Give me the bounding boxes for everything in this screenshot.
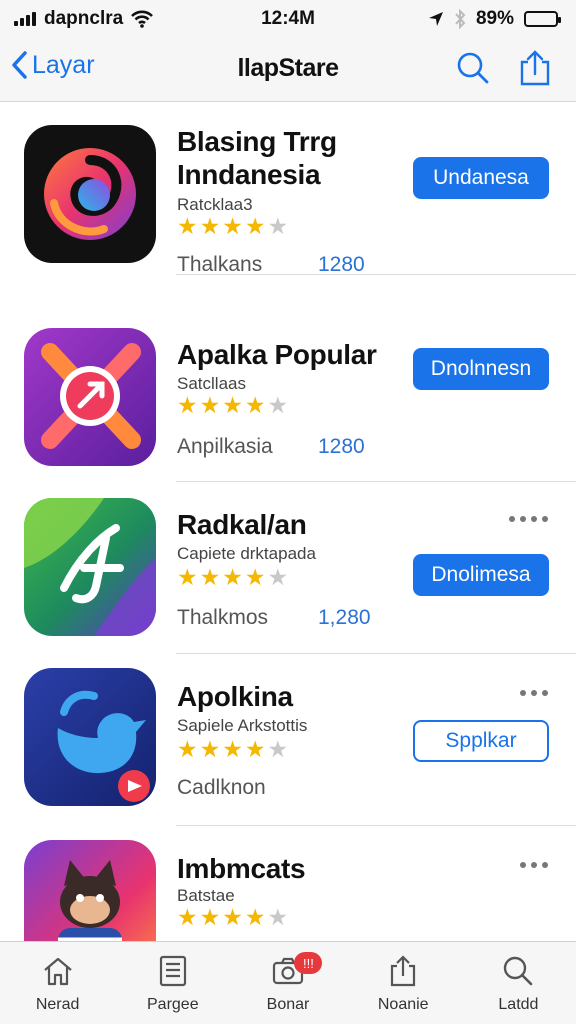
more-options-icon[interactable] <box>520 862 548 868</box>
star-empty-icon: ★ <box>267 904 289 930</box>
star-filled-icon: ★ <box>244 736 266 762</box>
star-filled-icon: ★ <box>222 736 243 762</box>
app-row[interactable]: Blasing Trrg Inndanesia Ratcklaa3 ★ ★ ★ ★ ★ … <box>0 103 576 276</box>
tab-home[interactable]: Nerad <box>0 942 115 1024</box>
star-filled-icon: ★ <box>222 564 243 590</box>
app-row[interactable]: Radkal/an Capiete drktapada ★ ★ ★ ★ ★ Thalkm… <box>0 482 576 654</box>
tab-search[interactable]: Latdd <box>461 942 576 1024</box>
tab-bar: Nerad Pargee !!! Bonar Noanie Latdd <box>0 941 576 1024</box>
app-subtitle: Satcllaas <box>177 374 246 393</box>
compass-arrow-app-icon <box>24 328 156 466</box>
battery-percent: 89% <box>475 8 514 29</box>
star-filled-icon: ★ <box>177 736 198 762</box>
app-name: Radkal/an <box>177 509 307 540</box>
star-empty-icon: ★ <box>267 736 289 762</box>
app-row[interactable]: Apolkina Sapiele Arkstottis ★ ★ ★ ★ ★ Cadlkn… <box>0 654 576 826</box>
star-filled-icon: ★ <box>222 392 243 418</box>
share-icon[interactable] <box>518 50 552 86</box>
app-row[interactable]: Imbmcats Batstae ★ ★ ★ ★ ★ <box>0 826 576 941</box>
tab-list[interactable]: Pargee <box>115 942 230 1024</box>
app-subtitle: Ratcklaa3 <box>177 195 253 214</box>
tab-label: Bonar <box>266 996 310 1013</box>
navigation-bar: Layar llapStare <box>0 36 576 102</box>
bluetooth-icon <box>455 9 466 29</box>
app-subtitle: Batstae <box>177 886 235 905</box>
app-list: Blasing Trrg Inndanesia Ratcklaa3 ★ ★ ★ ★ ★ … <box>0 103 576 941</box>
star-filled-icon: ★ <box>199 564 221 590</box>
home-icon <box>43 957 72 986</box>
star-filled-icon: ★ <box>199 392 221 418</box>
tab-share[interactable]: Noanie <box>346 942 461 1024</box>
location-arrow-icon <box>428 12 443 26</box>
star-filled-icon: ★ <box>177 904 198 930</box>
star-filled-icon: ★ <box>177 564 198 590</box>
music-note-app-icon <box>24 498 156 636</box>
app-name: Apolkina <box>177 681 293 712</box>
search-icon <box>504 956 533 986</box>
status-right: 89% <box>428 8 561 30</box>
cat-character-app-icon <box>24 840 156 941</box>
swirl-app-icon <box>24 125 156 263</box>
more-options-icon[interactable] <box>520 690 548 696</box>
app-category: Cadlknon <box>177 776 266 799</box>
star-filled-icon: ★ <box>222 904 243 930</box>
star-filled-icon: ★ <box>244 904 266 930</box>
star-rating: ★ ★ ★ ★ ★ <box>177 738 288 761</box>
more-options-icon[interactable] <box>509 516 548 522</box>
tab-label: Noanie <box>377 996 429 1013</box>
notification-badge: !!! <box>294 952 323 974</box>
app-category: Thalkmos <box>177 606 269 629</box>
app-category: Anpilkasia <box>177 435 273 458</box>
star-rating: ★ ★ ★ ★ ★ <box>177 906 288 929</box>
get-button[interactable]: Dnolimesa <box>413 554 549 596</box>
list-icon <box>159 955 186 987</box>
star-filled-icon: ★ <box>244 392 266 418</box>
star-filled-icon: ★ <box>222 213 243 239</box>
star-filled-icon: ★ <box>244 213 266 239</box>
app-subtitle: Sapiele Arkstottis <box>177 716 308 735</box>
status-bar: dapnclra 12:4M 89% <box>0 0 576 36</box>
app-name: Apalka Popular <box>177 339 377 370</box>
star-empty-icon: ★ <box>267 213 289 239</box>
star-rating: ★ ★ ★ ★ ★ <box>177 566 288 589</box>
battery-icon <box>524 11 561 27</box>
star-filled-icon: ★ <box>199 904 221 930</box>
star-empty-icon: ★ <box>267 392 289 418</box>
app-name-line2: Inndanesia <box>177 159 321 190</box>
star-rating: ★ ★ ★ ★ ★ <box>177 394 288 417</box>
star-filled-icon: ★ <box>199 736 221 762</box>
star-empty-icon: ★ <box>267 564 289 590</box>
app-name: Blasing Trrg <box>177 126 337 157</box>
app-name: Imbmcats <box>177 853 306 884</box>
rating-count: 1280 <box>318 435 365 458</box>
tab-label: Latdd <box>498 996 539 1013</box>
tab-label: Nerad <box>35 996 80 1013</box>
app-row[interactable]: Apalka Popular Satcllaas ★ ★ ★ ★ ★ Anpilkasi… <box>0 310 576 482</box>
star-filled-icon: ★ <box>177 213 198 239</box>
star-filled-icon: ★ <box>177 392 198 418</box>
rating-count: 1,280 <box>318 606 371 629</box>
row-divider <box>176 274 576 275</box>
tab-camera[interactable]: !!! Bonar <box>230 942 345 1024</box>
search-icon[interactable] <box>456 50 490 86</box>
get-button[interactable]: Spplkar <box>413 720 549 762</box>
get-button[interactable]: Dnolnnesn <box>413 348 549 390</box>
share-icon <box>391 955 416 987</box>
tab-label: Pargee <box>147 996 199 1013</box>
star-filled-icon: ★ <box>244 564 266 590</box>
star-filled-icon: ★ <box>199 213 221 239</box>
star-rating: ★ ★ ★ ★ ★ <box>177 215 288 238</box>
bird-app-icon <box>24 668 156 806</box>
get-button[interactable]: Undanesa <box>413 157 549 199</box>
app-subtitle: Capiete drktapada <box>177 544 316 563</box>
